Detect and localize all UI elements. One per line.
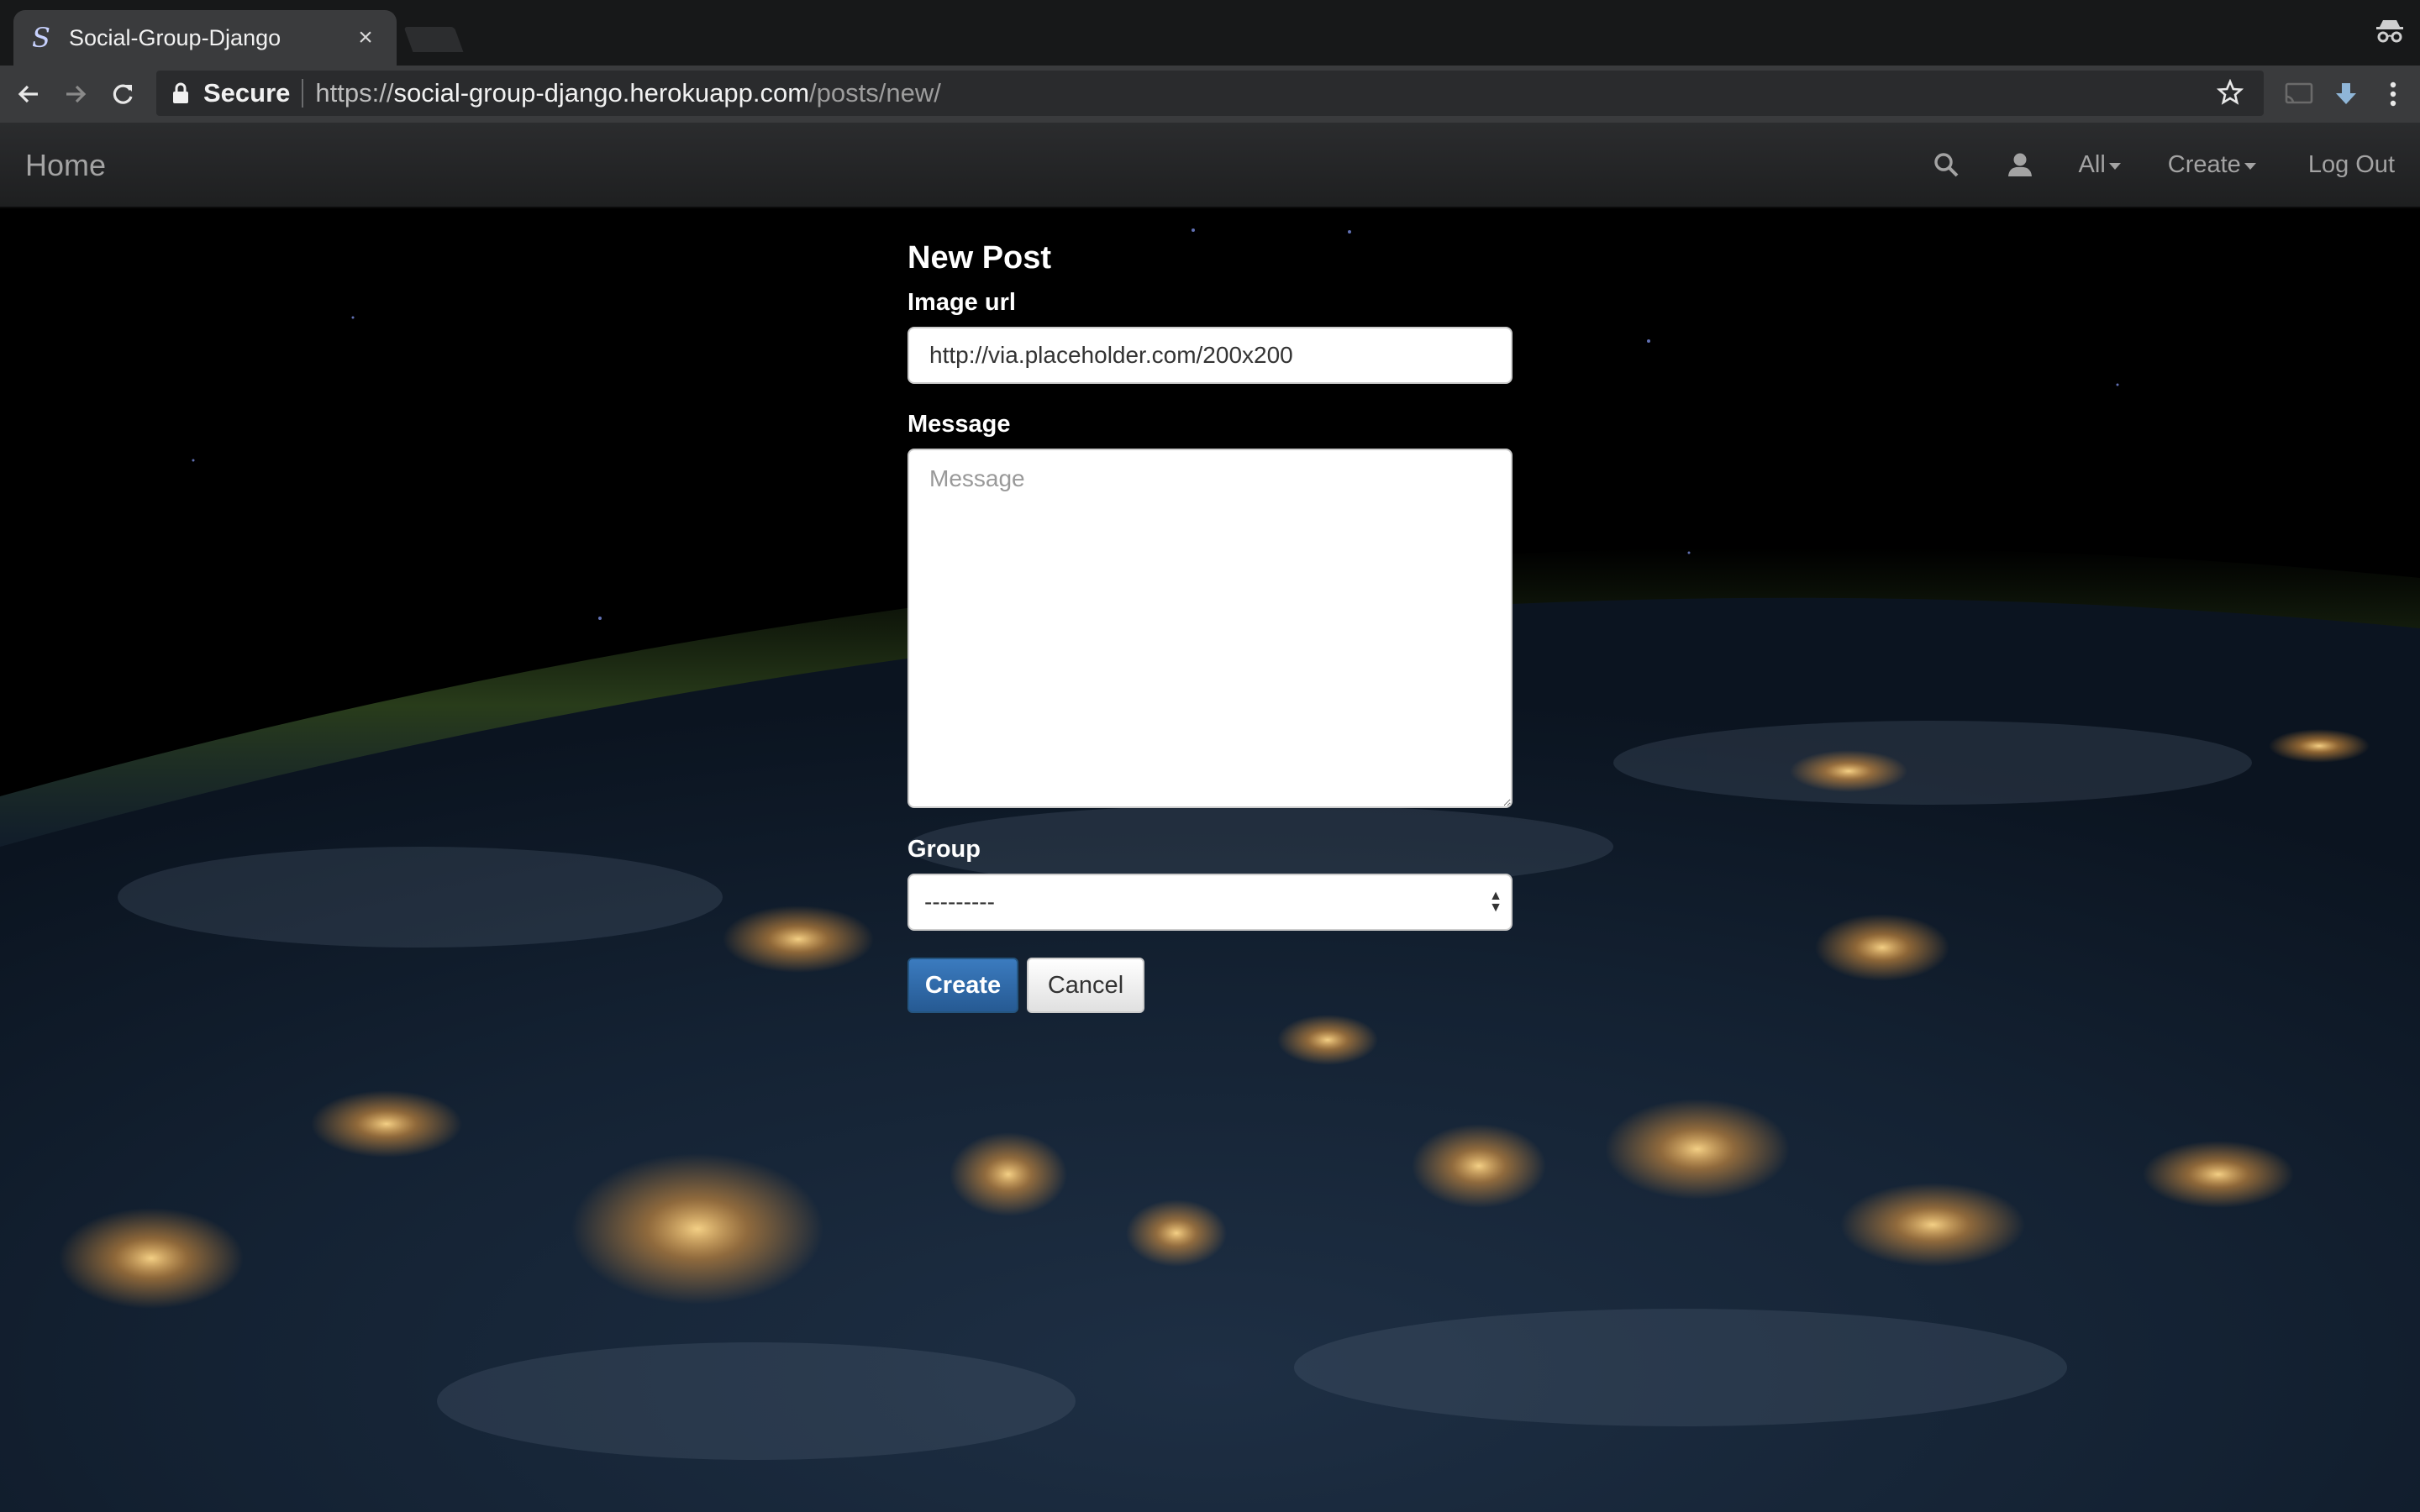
logout-link[interactable]: Log Out [2308,151,2395,179]
incognito-icon [2376,20,2403,43]
reload-icon[interactable] [99,71,146,118]
search-icon[interactable] [1933,151,1960,178]
menu-kebab-icon[interactable] [2370,71,2417,118]
message-label: Message [908,411,1011,438]
group-label: Group [908,836,981,863]
secure-label: Secure [203,78,291,108]
user-profile-icon[interactable] [2007,151,2033,178]
create-button[interactable]: Create [908,958,1018,1013]
group-select[interactable]: --------- ▲ ▼ [908,874,1512,931]
image-url-input[interactable] [908,327,1512,384]
cancel-button[interactable]: Cancel [1027,958,1144,1013]
caret-down-icon [2244,163,2256,170]
address-separator [302,79,304,108]
form-actions: Create Cancel [908,958,1512,1013]
url-scheme: https:// [315,78,394,108]
site-navbar: Home All Create Log Out [0,123,2420,208]
tab-title: Social-Group-Django [69,24,281,50]
forward-icon[interactable] [52,71,99,118]
create-dropdown-label: Create [2167,150,2241,178]
lock-icon [173,82,188,103]
download-icon[interactable] [2323,71,2370,118]
new-post-form: New Post Image url Message Group -------… [908,237,1512,1013]
image-url-label: Image url [908,289,1016,316]
tab-close-icon[interactable]: × [353,24,378,52]
all-dropdown-label: All [2078,150,2106,178]
navbar-right: All Create Log Out [1933,123,2420,207]
group-select-value: --------- [924,889,995,915]
browser-tab[interactable]: S Social-Group-Django × [13,10,397,66]
message-textarea[interactable] [908,449,1512,808]
all-dropdown[interactable]: All [2079,151,2121,179]
new-tab-button[interactable] [403,27,464,52]
url-host: social-group-django.herokuapp.com [393,78,810,108]
url-path: /posts/new/ [809,78,941,108]
bookmark-star-icon[interactable] [2217,79,2244,106]
create-dropdown[interactable]: Create [2168,151,2256,179]
caret-down-icon [2108,163,2121,170]
extension-area [2275,66,2420,123]
navbar-brand-home[interactable]: Home [25,148,106,183]
select-arrows-icon: ▲ ▼ [1489,889,1502,915]
browser-tab-strip: S Social-Group-Django × [0,0,2420,66]
site-favicon-icon: S [32,22,50,54]
back-icon[interactable] [5,71,52,118]
address-bar[interactable]: Secure https:// social-group-django.hero… [156,71,2264,116]
page-title: New Post [908,240,1052,276]
cast-icon[interactable] [2275,71,2323,118]
